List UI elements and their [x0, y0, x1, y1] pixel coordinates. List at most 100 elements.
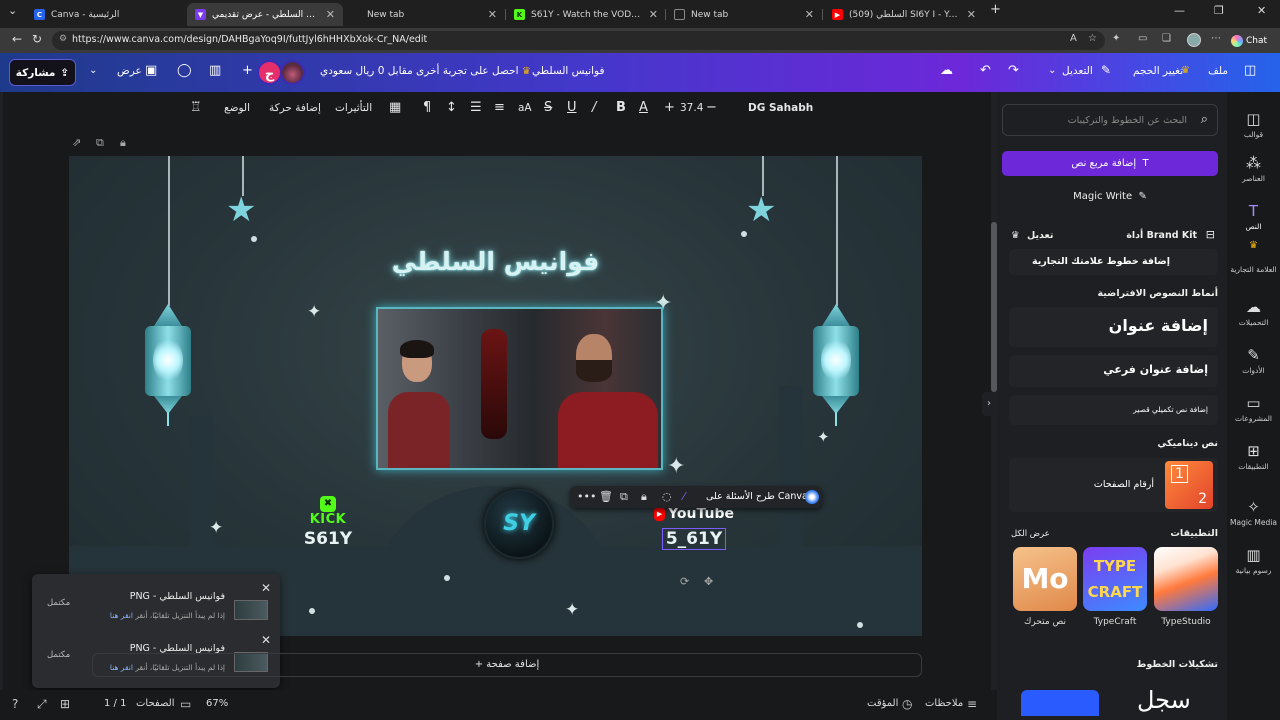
- grid-view-icon[interactable]: ⊞: [60, 697, 70, 711]
- underline-icon[interactable]: U: [567, 100, 577, 115]
- doc-title[interactable]: فوانيس السلطي: [532, 65, 605, 77]
- browser-tab-new-2[interactable]: New tab ✕: [666, 3, 822, 26]
- reload-icon[interactable]: ↻: [32, 32, 42, 46]
- align-center-icon[interactable]: ≡: [494, 100, 505, 115]
- collapse-panel-button[interactable]: ›: [982, 392, 996, 416]
- add-subheading-button[interactable]: إضافة عنوان فرعي: [1009, 355, 1218, 387]
- slide-canvas[interactable]: ★ ★ ✦ ✦ ✦ ✦ ✦ ✦ فوانيس السلطي ✖ KICK S61…: [69, 156, 922, 636]
- animated-text-app[interactable]: Mo: [1013, 547, 1077, 611]
- chevron-down-icon[interactable]: ⌄: [1048, 65, 1056, 76]
- browser-tab-youtube[interactable]: ▶ (509) السلطي SI6Y I - YouTube ✕: [824, 3, 984, 26]
- chevron-down-icon[interactable]: ⌄: [89, 65, 97, 76]
- duplicate-page-icon[interactable]: ⧉: [96, 136, 104, 150]
- transparency-icon[interactable]: ▦: [389, 100, 401, 115]
- text-color-icon[interactable]: A: [639, 100, 648, 115]
- letter-spacing-icon[interactable]: ↕: [446, 100, 457, 115]
- add-body-text-button[interactable]: إضافة نص تكميلي قصير: [1009, 395, 1218, 425]
- more-options-icon[interactable]: •••: [577, 490, 596, 503]
- see-all-link[interactable]: عرض الكل: [1011, 529, 1050, 539]
- close-tab-icon[interactable]: ✕: [649, 8, 658, 21]
- download-item[interactable]: ✕ PNG - فوانيس السلطي إذا لم يبدأ التنزي…: [32, 578, 280, 634]
- add-comment-icon[interactable]: ◌: [662, 490, 672, 503]
- read-aloud-icon[interactable]: A: [1070, 33, 1077, 44]
- rail-brand[interactable]: ♛ العلامة التجارية: [1227, 240, 1280, 274]
- italic-icon[interactable]: /: [592, 100, 596, 115]
- slide-title[interactable]: فوانيس السلطي: [69, 247, 922, 276]
- lock-icon[interactable]: 🔒︎: [641, 490, 647, 504]
- sy-logo[interactable]: SY: [484, 489, 554, 559]
- ask-canva-button[interactable]: طرح الأسئلة على Canva: [706, 491, 808, 502]
- present-label[interactable]: عرض: [117, 65, 142, 77]
- close-icon[interactable]: ✕: [261, 581, 271, 595]
- present-icon[interactable]: ▣: [145, 63, 157, 78]
- collaborator-avatar[interactable]: [280, 60, 305, 85]
- browser-tab-canva-home[interactable]: C Canva - الرئيسية ✕: [26, 3, 210, 26]
- brand-edit-link[interactable]: تعديل: [1027, 230, 1053, 241]
- paint-format-icon[interactable]: ♖: [190, 100, 202, 115]
- kick-badge[interactable]: ✖ KICK S61Y: [303, 496, 353, 549]
- decrease-font-size-icon[interactable]: −: [706, 100, 717, 115]
- font-family-dropdown[interactable]: DG Sahabh: [748, 102, 813, 114]
- copilot-chat-button[interactable]: Chat: [1231, 31, 1277, 50]
- tab-list-icon[interactable]: ⌄: [8, 4, 17, 17]
- trial-promo-link[interactable]: احصل على تجربة أخرى مقابل 0 ريال سعودي ♛: [320, 65, 531, 77]
- add-heading-button[interactable]: إضافة عنوان: [1009, 307, 1218, 347]
- redo-icon[interactable]: ↷: [1008, 63, 1019, 78]
- sidebar-toggle-icon[interactable]: ◫: [1244, 63, 1256, 78]
- url-field[interactable]: ⚙ https://www.canva.com/design/DAHBgaYoq…: [52, 31, 1105, 50]
- browser-tab-design[interactable]: ▼ فوانيس السلطي - عرض تقديمي ✕: [187, 3, 343, 26]
- bold-icon[interactable]: B: [616, 100, 626, 115]
- maximize-icon[interactable]: ❐: [1214, 4, 1224, 17]
- edit-mode-label[interactable]: التعديل: [1062, 65, 1093, 77]
- share-page-icon[interactable]: ⇗: [72, 136, 81, 149]
- font-combo-sample[interactable]: سجل: [1137, 686, 1191, 714]
- favorite-icon[interactable]: ☆: [1088, 33, 1097, 44]
- increase-font-size-icon[interactable]: +: [664, 100, 675, 115]
- rail-templates[interactable]: ◫ قوالب: [1227, 110, 1280, 139]
- extensions-icon[interactable]: ✦: [1112, 33, 1120, 44]
- comment-icon[interactable]: ◯: [177, 63, 192, 78]
- move-icon[interactable]: ✥: [704, 575, 713, 588]
- user-avatar[interactable]: ج: [257, 60, 282, 85]
- position-button[interactable]: الوضع: [224, 102, 250, 114]
- font-search-input[interactable]: البحث عن الخطوط والتركيبات ⌕: [1002, 104, 1218, 136]
- add-textbox-button[interactable]: إضافة مربع نص T: [1002, 151, 1218, 176]
- browser-tab-kick[interactable]: K S61Y - Watch the VOD on Kick ✕: [506, 3, 666, 26]
- profile-avatar[interactable]: [1187, 33, 1201, 47]
- minimize-icon[interactable]: —: [1174, 4, 1185, 17]
- add-collaborator-icon[interactable]: +: [242, 63, 253, 78]
- share-button[interactable]: مشاركة ⇪: [9, 59, 76, 86]
- notes-button[interactable]: ملاحظات: [925, 698, 963, 709]
- close-tab-icon[interactable]: ✕: [967, 8, 976, 21]
- youtube-handle[interactable]: 5_61Y: [661, 528, 727, 550]
- case-button[interactable]: aA: [518, 102, 532, 114]
- paragraph-direction-icon[interactable]: ¶: [423, 100, 431, 115]
- rail-elements[interactable]: ⁂ العناصر: [1227, 154, 1280, 183]
- rail-draw[interactable]: ✎ الأدوات: [1227, 346, 1280, 375]
- magic-write-button[interactable]: Magic Write ✎: [1002, 184, 1218, 209]
- zoom-level[interactable]: 67%: [206, 698, 228, 709]
- close-tab-icon[interactable]: ✕: [326, 8, 335, 21]
- timer-button[interactable]: المؤقت: [867, 698, 898, 709]
- add-brand-fonts-button[interactable]: إضافة خطوط علامتك التجارية: [1009, 249, 1218, 275]
- new-tab-icon[interactable]: +: [990, 2, 1001, 17]
- close-icon[interactable]: ✕: [261, 633, 271, 647]
- lock-page-icon[interactable]: 🔒︎: [120, 136, 126, 150]
- resize-label[interactable]: تغيير الحجم: [1133, 65, 1183, 77]
- font-combo-thumbnail[interactable]: [1021, 690, 1099, 716]
- back-icon[interactable]: ←: [12, 32, 22, 46]
- help-icon[interactable]: ?: [12, 697, 18, 711]
- rail-magic-media[interactable]: ✧ Magic Media: [1227, 498, 1280, 527]
- click-here-link[interactable]: انقر هنا: [110, 611, 133, 620]
- delete-icon[interactable]: 🗑︎: [599, 490, 613, 503]
- browser-tab-new-1[interactable]: New tab ✕: [349, 3, 505, 26]
- insights-icon[interactable]: ▥: [209, 63, 221, 78]
- youtube-badge[interactable]: ▶ YouTube 5_61Y: [654, 506, 734, 550]
- slide-photo[interactable]: [376, 307, 663, 470]
- add-page-button[interactable]: + إضافة صفحة: [92, 653, 922, 677]
- typecraft-app[interactable]: TYPE CRAFT: [1083, 547, 1147, 611]
- pages-button[interactable]: الصفحات: [136, 698, 174, 709]
- site-info-icon[interactable]: ⚙: [59, 34, 67, 44]
- rail-charts[interactable]: ▥ رسوم بيانية: [1227, 546, 1280, 575]
- pages-icon[interactable]: ▭: [180, 697, 191, 711]
